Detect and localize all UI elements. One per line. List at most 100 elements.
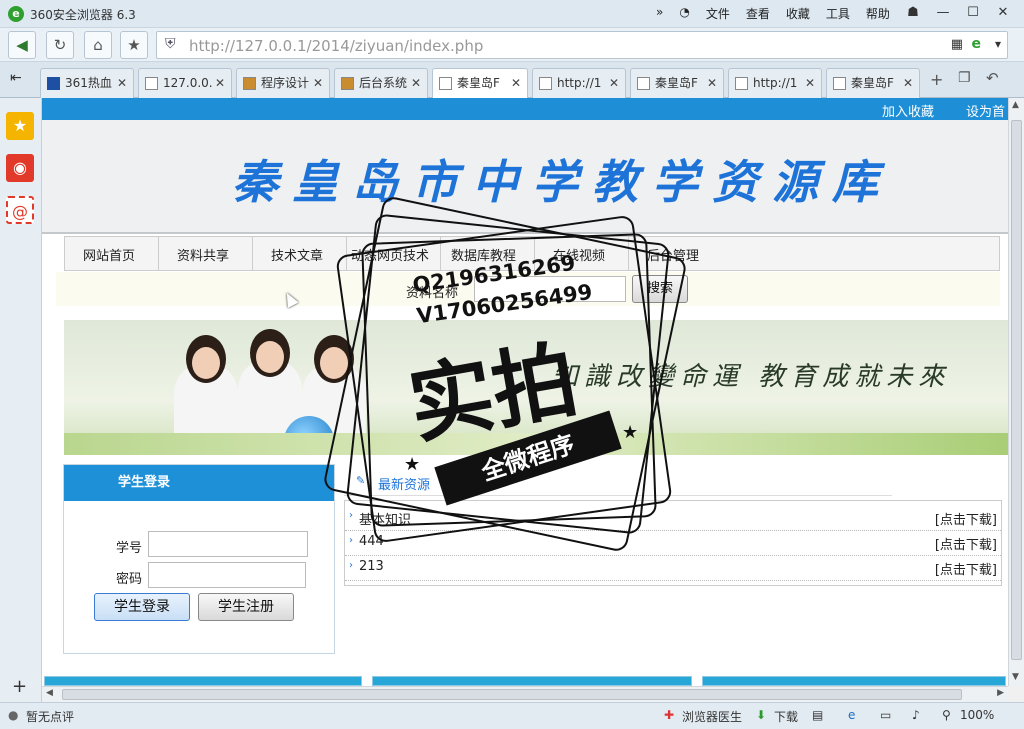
scroll-down-icon[interactable]: ▼: [1012, 672, 1019, 682]
scroll-left-icon[interactable]: ◀: [46, 688, 53, 698]
tab-1[interactable]: 361热血 ✕: [40, 68, 134, 98]
menu-user-icon[interactable]: ◔: [679, 5, 689, 22]
site-title: 秦皇岛市中学教学资源库: [232, 155, 892, 209]
tab-strip: ⇤ 361热血 ✕ 127.0.0. ✕ 程序设计 ✕ 后台系统 ✕ 秦皇岛F ✕ htt…: [0, 62, 1024, 98]
scroll-up-icon[interactable]: ▲: [1012, 100, 1019, 110]
nav-admin[interactable]: 后台管理: [647, 245, 699, 264]
favorites-star-icon[interactable]: ★: [6, 112, 34, 140]
horizontal-scroll-thumb[interactable]: [62, 689, 962, 700]
mail-at-icon[interactable]: @: [6, 196, 34, 224]
latest-resources-header: ✎ 最新资源: [344, 466, 892, 496]
speed-icon[interactable]: ▤: [812, 708, 823, 722]
menu-view[interactable]: 查看: [746, 5, 770, 22]
set-homepage-link[interactable]: 设为首: [966, 101, 1005, 120]
tab-7-label: 秦皇岛F: [655, 76, 698, 90]
menu-favorites[interactable]: 收藏: [786, 5, 810, 22]
tab-9[interactable]: 秦皇岛F ✕: [826, 68, 920, 98]
nav-divider: [158, 237, 159, 270]
favorite-star-button[interactable]: ★: [120, 31, 148, 59]
search-input[interactable]: [474, 276, 626, 302]
tab-4[interactable]: 后台系统 ✕: [334, 68, 428, 98]
tab-close-icon[interactable]: ✕: [903, 69, 913, 97]
new-tab-plus-icon[interactable]: +: [930, 70, 943, 89]
zoom-icon[interactable]: ⚲: [942, 708, 951, 722]
home-button[interactable]: ⌂: [84, 31, 112, 59]
tab-list-icon[interactable]: ❐: [958, 70, 971, 86]
qr-code-icon[interactable]: ▦: [951, 37, 963, 52]
tab-close-icon[interactable]: ✕: [411, 69, 421, 97]
menu-help[interactable]: 帮助: [866, 5, 890, 22]
nav-articles[interactable]: 技术文章: [271, 245, 323, 264]
close-button[interactable]: ✕: [988, 2, 1018, 24]
menu-tools[interactable]: 工具: [826, 5, 850, 22]
menu-file[interactable]: 文件: [706, 5, 730, 22]
download-link[interactable]: [点击下载]: [935, 534, 997, 553]
tab-close-icon[interactable]: ✕: [805, 69, 815, 97]
sidebar-add-icon[interactable]: +: [12, 676, 27, 697]
download-link[interactable]: [点击下载]: [935, 509, 997, 528]
ie-mode-icon[interactable]: e: [972, 36, 982, 52]
url-dropdown-icon[interactable]: ▾: [995, 37, 1001, 51]
section-bar: [702, 676, 1006, 686]
maximize-button[interactable]: ☐: [958, 2, 988, 24]
browser-doctor[interactable]: 浏览器医生: [682, 708, 742, 725]
student-login-button[interactable]: 学生登录: [94, 593, 190, 621]
vertical-scrollbar[interactable]: ▲ ▼: [1008, 98, 1024, 686]
list-item: › 基本知识 [点击下载]: [345, 507, 1001, 531]
tab-3[interactable]: 程序设计 ✕: [236, 68, 330, 98]
nav-resources[interactable]: 资料共享: [177, 245, 229, 264]
tab-close-icon[interactable]: ✕: [215, 69, 225, 97]
tab-close-icon[interactable]: ✕: [117, 69, 127, 97]
browser-menu: » ◔ 文件 查看 收藏 工具 帮助: [656, 5, 906, 22]
bottom-section-strip: [42, 674, 1008, 686]
resource-name[interactable]: 基本知识: [359, 509, 411, 528]
download-link[interactable]: [点击下载]: [935, 559, 997, 578]
sidebar-toggle-icon[interactable]: ⇤: [10, 70, 22, 86]
tab-close-icon[interactable]: ✕: [313, 69, 323, 97]
student-id-input[interactable]: [148, 531, 308, 557]
student-register-button[interactable]: 学生注册: [198, 593, 294, 621]
site-nav: 网站首页 资料共享 技术文章 动态网页技术 数据库教程 在线视频 后台管理: [64, 236, 1000, 271]
tab-2[interactable]: 127.0.0. ✕: [138, 68, 232, 98]
status-comment[interactable]: 暂无点评: [26, 708, 74, 725]
resource-name[interactable]: 213: [359, 559, 384, 574]
ie-icon[interactable]: e: [848, 708, 855, 722]
horizontal-scrollbar[interactable]: ◀ ▶: [42, 686, 1008, 702]
volume-icon[interactable]: ♪: [912, 708, 920, 722]
nav-home[interactable]: 网站首页: [83, 245, 135, 264]
tab-close-icon[interactable]: ✕: [707, 69, 717, 97]
refresh-button[interactable]: ↻: [46, 31, 74, 59]
download-manager[interactable]: 下载: [774, 708, 798, 725]
add-to-favorites-link[interactable]: 加入收藏: [882, 101, 934, 120]
image-icon: [341, 77, 354, 90]
tab-7[interactable]: 秦皇岛F ✕: [630, 68, 724, 98]
weibo-icon[interactable]: ◉: [6, 154, 34, 182]
tab-5-label: 秦皇岛F: [457, 76, 500, 90]
undo-close-icon[interactable]: ↶: [986, 69, 999, 87]
page-icon: [539, 77, 552, 90]
address-toolbar: ◀ ↻ ⌂ ★ ⛨ http://127.0.0.1/2014/ziyuan/i…: [0, 28, 1024, 62]
back-button[interactable]: ◀: [8, 31, 36, 59]
url-text: http://127.0.0.1/2014/ziyuan/index.php: [189, 37, 483, 55]
tab-8[interactable]: http://1 ✕: [728, 68, 822, 98]
tab-5-active[interactable]: 秦皇岛F ✕: [432, 68, 528, 98]
resource-name[interactable]: 444: [359, 534, 384, 549]
nav-video[interactable]: 在线视频: [553, 245, 605, 264]
password-input[interactable]: [148, 562, 306, 588]
skin-icon[interactable]: ☗: [898, 2, 928, 24]
nav-database[interactable]: 数据库教程: [451, 245, 516, 264]
nav-dynamic-web[interactable]: 动态网页技术: [351, 245, 429, 264]
scroll-right-icon[interactable]: ▶: [997, 688, 1004, 698]
url-input[interactable]: ⛨ http://127.0.0.1/2014/ziyuan/index.php…: [156, 31, 1008, 59]
tab-close-icon[interactable]: ✕: [609, 69, 619, 97]
window-icon[interactable]: ▭: [880, 708, 891, 722]
zoom-level[interactable]: 100%: [960, 708, 994, 722]
vertical-scroll-thumb[interactable]: [1011, 120, 1022, 660]
tab-6[interactable]: http://1 ✕: [532, 68, 626, 98]
search-button[interactable]: 搜索: [632, 275, 688, 303]
minimize-button[interactable]: —: [928, 2, 958, 24]
menu-chevron-icon[interactable]: »: [656, 5, 663, 22]
tab-close-icon[interactable]: ✕: [511, 69, 521, 97]
page-icon: [145, 77, 158, 90]
nav-divider: [440, 237, 441, 270]
